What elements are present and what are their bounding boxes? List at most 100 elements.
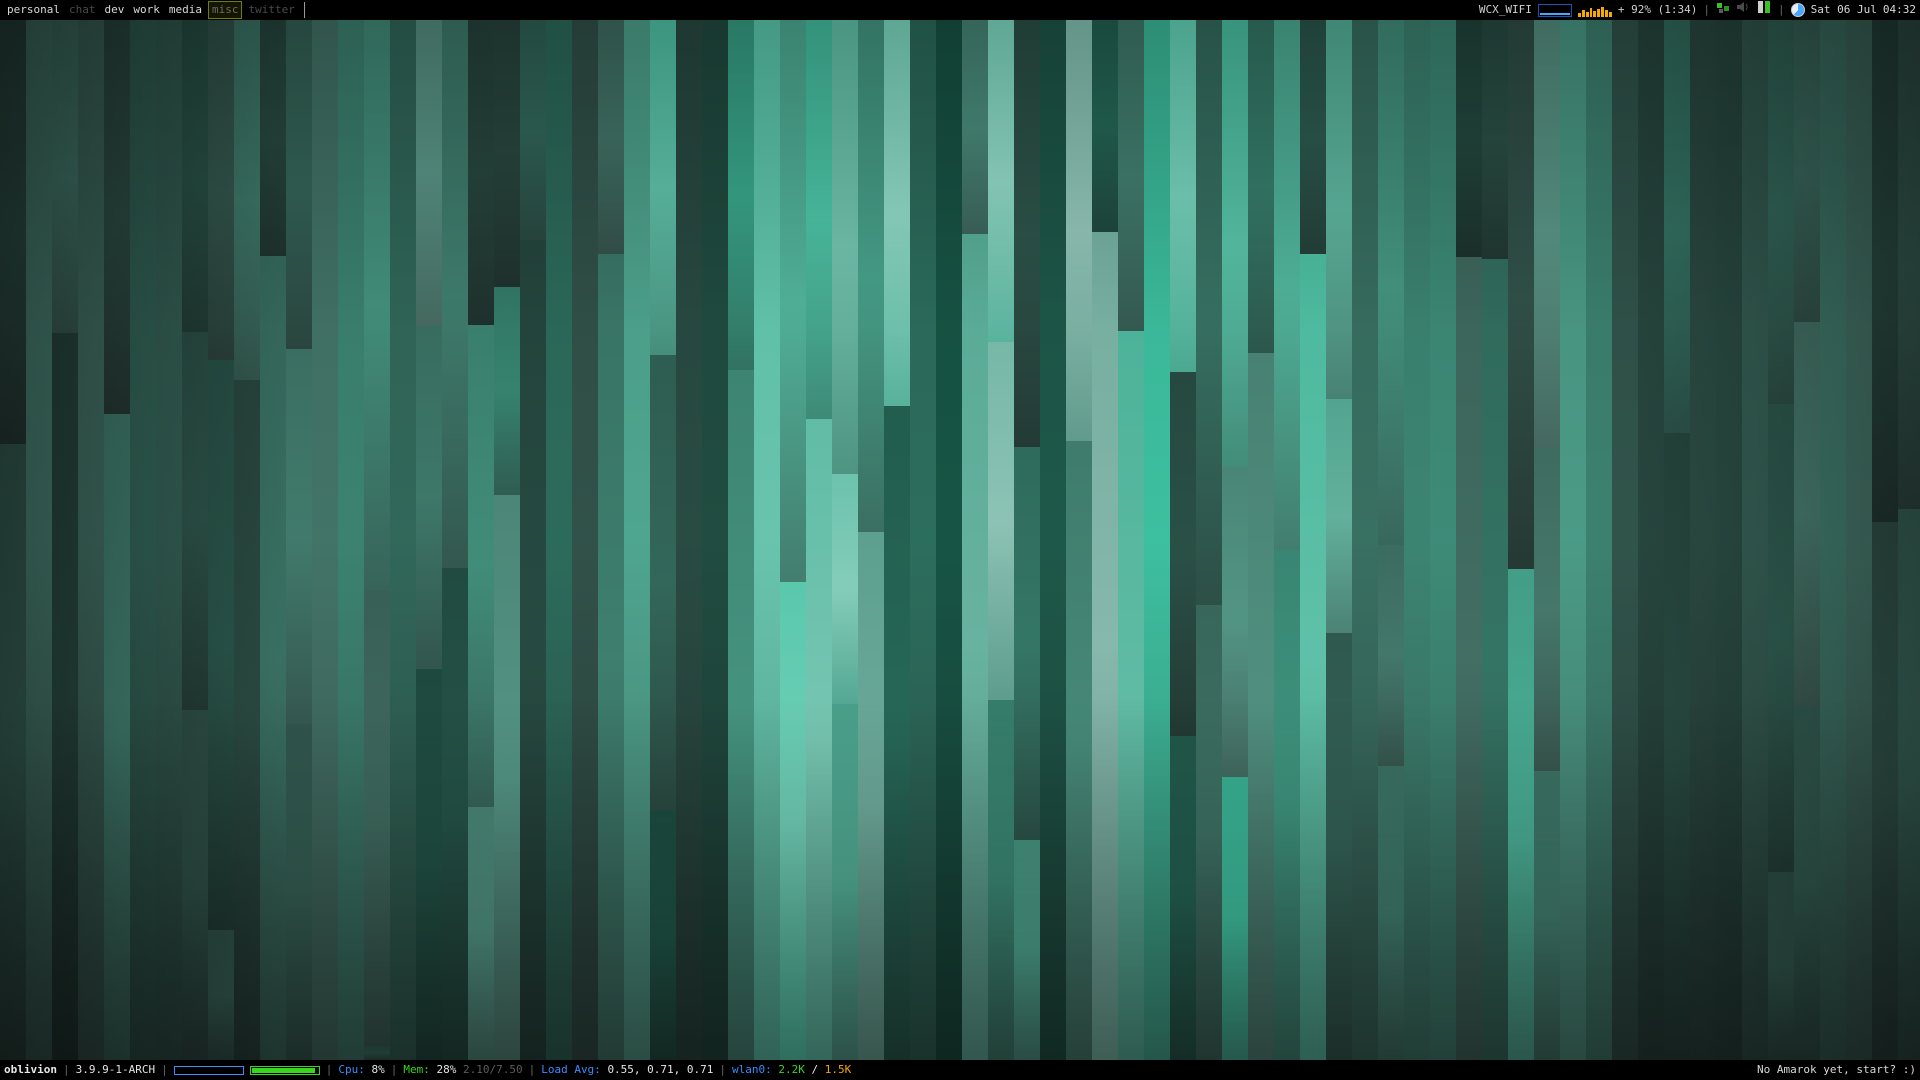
wallpaper-stripe — [1378, 545, 1404, 766]
mem-detail: 2.10/7.50 — [462, 1063, 523, 1076]
wallpaper-stripe — [1014, 447, 1040, 840]
status-separator: | — [528, 1063, 536, 1076]
wallpaper-stripe — [1768, 404, 1794, 872]
wallpaper-stripe — [1820, 20, 1846, 1060]
wallpaper-stripe — [1638, 20, 1664, 1060]
wallpaper-stripe — [1586, 20, 1612, 1060]
wallpaper-stripe — [364, 590, 390, 1046]
wallpaper-stripe — [1898, 509, 1920, 1060]
wallpaper-stripe — [728, 370, 754, 1060]
wallpaper-stripe — [338, 20, 364, 1060]
wallpaper-stripe — [884, 20, 910, 406]
wallpaper-stripe — [1014, 840, 1040, 1060]
wallpaper-stripe — [104, 414, 130, 1060]
tray-separator: | — [1703, 3, 1711, 16]
load-value: 0.55, 0.71, 0.71 — [607, 1063, 714, 1076]
date-display[interactable]: Sat 06 Jul — [1811, 0, 1877, 20]
status-left: oblivion | 3.9.9-1-ARCH | | Cpu: 8% | Me… — [4, 1060, 857, 1080]
tag-work[interactable]: work — [130, 2, 163, 18]
wallpaper-stripe — [1898, 20, 1920, 509]
wallpaper-stripe — [806, 20, 832, 419]
tag-media[interactable]: media — [166, 2, 205, 18]
wallpaper-stripe — [520, 20, 546, 240]
wallpaper-stripe — [1222, 777, 1248, 1060]
wallpaper-stripe — [1118, 331, 1144, 1060]
wallpaper-stripe — [1014, 20, 1040, 447]
wallpaper-stripe — [494, 20, 520, 287]
wallpaper-stripe — [520, 240, 546, 1060]
wallpaper-stripe — [286, 349, 312, 724]
wallpaper-stripe — [312, 20, 338, 1060]
wallpaper-stripe — [1534, 771, 1560, 1060]
tag-personal[interactable]: personal — [4, 2, 63, 18]
usage-meter-green — [249, 1065, 320, 1075]
wallpaper-stripe — [130, 20, 156, 1060]
wallpaper-stripe — [1872, 20, 1898, 522]
wallpaper-stripe — [1352, 20, 1378, 1060]
wallpaper-stripe — [416, 669, 442, 1060]
wallpaper-stripe — [234, 380, 260, 1060]
wallpaper-stripe — [754, 20, 780, 1060]
wallpaper-stripe — [52, 20, 78, 333]
wallpaper-stripe — [234, 20, 260, 380]
wallpaper-stripe — [1300, 254, 1326, 1060]
wallpaper-stripe — [1196, 605, 1222, 1060]
wallpaper-stripe — [650, 810, 676, 1060]
wallpaper-stripe — [832, 704, 858, 1060]
net-slash: / — [811, 1063, 819, 1076]
wallpaper-stripe — [442, 568, 468, 1060]
wallpaper-stripe — [832, 474, 858, 704]
wallpaper-stripe — [702, 20, 728, 1060]
wallpaper-stripe — [936, 20, 962, 1060]
wallpaper-stripe — [650, 20, 676, 355]
status-separator: | — [390, 1063, 398, 1076]
wallpaper-stripe — [1144, 20, 1170, 1060]
wallpaper-stripe — [0, 444, 26, 1060]
wallpaper-stripe — [1326, 399, 1352, 633]
wallpaper-stripe — [598, 254, 624, 1060]
wallpaper-stripe — [1274, 550, 1300, 1060]
wallpaper-stripe — [208, 930, 234, 1060]
wallpaper-stripe — [1690, 20, 1716, 1060]
wallpaper-stripe — [1664, 20, 1690, 433]
time-display[interactable]: 04:32 — [1883, 0, 1916, 20]
volume-icon[interactable] — [1736, 0, 1750, 21]
wallpaper-stripe — [0, 20, 26, 444]
wallpaper-stripe — [1066, 441, 1092, 1060]
wallpaper-stripe — [390, 20, 416, 1060]
status-separator: | — [161, 1063, 168, 1076]
network-status-icon[interactable] — [1716, 0, 1730, 21]
tag-dev[interactable]: dev — [101, 2, 127, 18]
wallpaper-stripe — [182, 710, 208, 1060]
wallpaper-stripe — [286, 724, 312, 1060]
wallpaper-stripe — [1170, 736, 1196, 1060]
wallpaper-stripe — [624, 20, 650, 1060]
cpu-graph-icon — [1577, 3, 1612, 17]
battery-icon — [1756, 0, 1772, 22]
wallpaper-stripe — [1170, 20, 1196, 372]
wallpaper-stripe — [468, 807, 494, 1060]
wallpaper-stripe — [1482, 259, 1508, 1060]
tag-twitter[interactable]: twitter — [245, 2, 297, 18]
pie-clock-icon — [1790, 3, 1805, 17]
wallpaper-stripe — [494, 495, 520, 1060]
network-graph-icon — [1537, 3, 1572, 17]
wallpaper-stripe — [858, 532, 884, 1060]
tag-chat[interactable]: chat — [66, 2, 99, 18]
wallpaper-stripe — [182, 332, 208, 710]
wallpaper-stripe — [468, 325, 494, 807]
wallpaper-stripe — [286, 20, 312, 349]
wallpaper-stripe — [780, 582, 806, 1060]
wallpaper-stripe — [1118, 20, 1144, 331]
wallpaper-stripe — [962, 20, 988, 234]
wallpaper-stripe — [1248, 353, 1274, 1060]
tray-separator-2: | — [1778, 3, 1785, 16]
wallpaper-stripe — [1768, 20, 1794, 404]
bottom-panel: oblivion | 3.9.9-1-ARCH | | Cpu: 8% | Me… — [0, 1060, 1920, 1080]
wallpaper-stripe — [1326, 20, 1352, 399]
wallpaper-stripe — [780, 20, 806, 582]
status-separator: | — [719, 1063, 727, 1076]
music-status[interactable]: No Amarok yet, start? :) — [1757, 1060, 1916, 1080]
wallpaper-stripe — [1092, 20, 1118, 232]
tag-misc[interactable]: misc — [207, 1, 243, 19]
